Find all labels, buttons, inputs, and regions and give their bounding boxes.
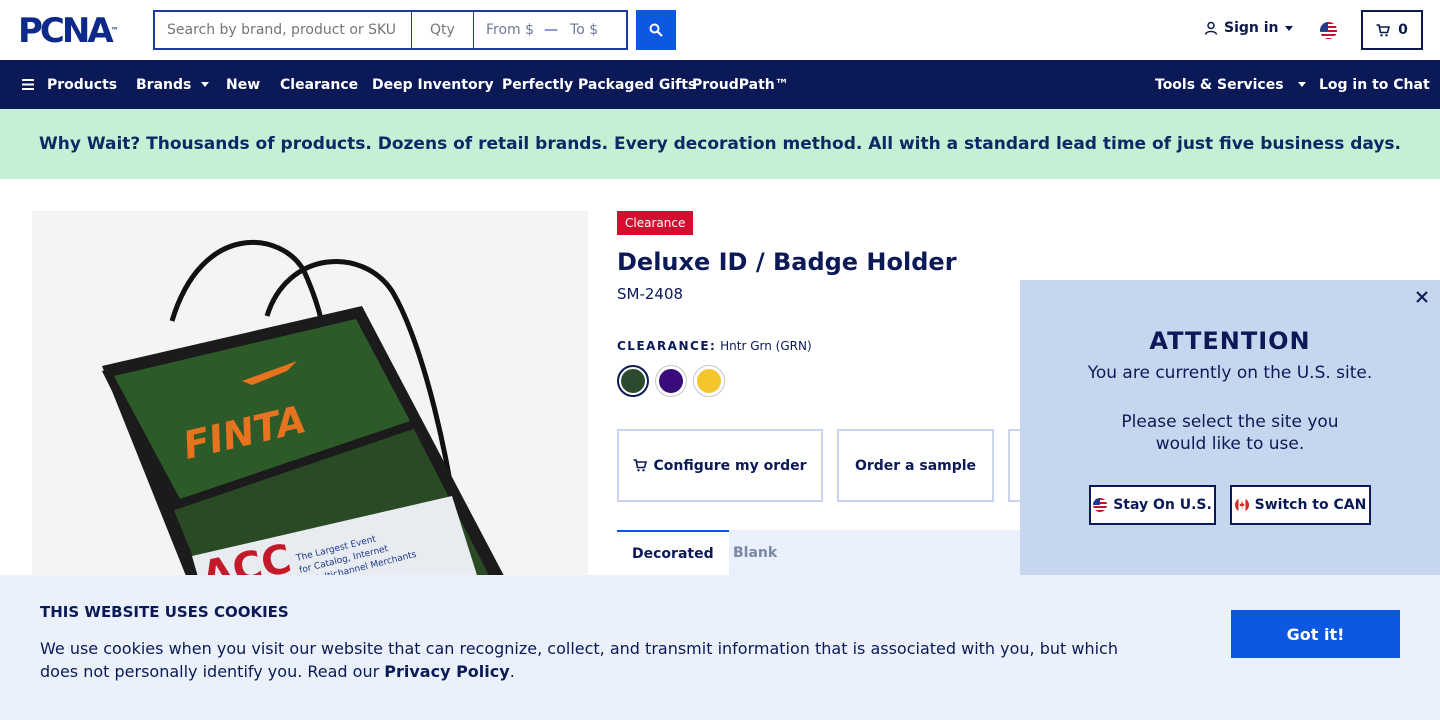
tab-blank-label: Blank — [733, 544, 778, 561]
swatch-dot — [697, 369, 721, 393]
cookie-text: We use cookies when you visit our websit… — [40, 637, 1140, 683]
stay-us-button[interactable]: Stay On U.S. — [1089, 485, 1216, 525]
clearance-badge-label: Clearance — [625, 216, 686, 230]
nav-chat[interactable]: Log in to Chat — [1319, 60, 1430, 109]
switch-can-button[interactable]: Switch to CAN — [1230, 485, 1371, 525]
swatch-dot — [659, 369, 683, 393]
us-flag-icon — [1093, 498, 1108, 512]
nav-gifts-label: Perfectly Packaged Gifts — [502, 76, 697, 93]
canada-flag-icon — [1234, 498, 1249, 512]
chevron-down-icon — [1284, 25, 1293, 31]
price-dash: — — [544, 22, 559, 38]
color-label-value: Hntr Grn (GRN) — [720, 339, 812, 353]
promo-banner: Why Wait? Thousands of products. Dozens … — [0, 109, 1440, 179]
price-to-input[interactable]: To $ — [570, 22, 598, 38]
product-sku: SM-2408 — [617, 285, 684, 303]
nav-deep-inventory-label: Deep Inventory — [372, 76, 494, 93]
color-label: CLEARANCE: Hntr Grn (GRN) — [617, 339, 812, 353]
cart-icon — [1376, 23, 1391, 36]
color-label-key: CLEARANCE: — [617, 339, 717, 353]
qty-input[interactable] — [411, 10, 474, 50]
site-selector-popup: ATTENTION You are currently on the U.S. … — [1020, 280, 1440, 575]
color-swatch-green[interactable] — [617, 365, 649, 397]
tab-decorated-label: Decorated — [632, 545, 714, 562]
swatch-dot — [621, 369, 645, 393]
order-sample-button[interactable]: Order a sample — [837, 429, 994, 502]
stay-us-label: Stay On U.S. — [1113, 497, 1212, 513]
nav-gifts[interactable]: Perfectly Packaged Gifts — [502, 60, 696, 109]
search-input[interactable] — [153, 10, 412, 50]
product-image[interactable]: ACC The Largest Event for Catalog, Inter… — [32, 211, 588, 591]
cookie-heading: THIS WEBSITE USES COOKIES — [40, 603, 289, 621]
cookie-period: . — [509, 662, 515, 681]
site-header: PCNA™ From $ — To $ Sign in 0 — [0, 0, 1440, 60]
nav-new[interactable]: New — [226, 60, 260, 109]
cookie-body: We use cookies when you visit our websit… — [40, 639, 1118, 681]
cart-count: 0 — [1398, 22, 1408, 38]
nav-proudpath-label: ProudPath™ — [692, 76, 789, 93]
clearance-badge: Clearance — [617, 211, 694, 235]
nav-brands-label: Brands — [136, 76, 192, 93]
main-nav: Products Brands New Clearance Deep Inven… — [0, 60, 1440, 109]
nav-deep-inventory[interactable]: Deep Inventory — [372, 60, 494, 109]
popup-heading: ATTENTION — [1149, 327, 1311, 355]
product-title: Deluxe ID / Badge Holder — [617, 248, 957, 276]
search-icon — [649, 23, 663, 37]
popup-line1: You are currently on the U.S. site. — [1087, 363, 1373, 383]
promo-banner-text: Why Wait? Thousands of products. Dozens … — [38, 134, 1402, 154]
sign-in-label: Sign in — [1224, 20, 1279, 36]
cookie-banner: THIS WEBSITE USES COOKIES We use cookies… — [0, 575, 1440, 720]
nav-tools[interactable]: Tools & Services — [1155, 60, 1306, 109]
configure-order-button[interactable]: Configure my order — [617, 429, 823, 502]
order-sample-label: Order a sample — [854, 457, 977, 474]
tab-decorated[interactable]: Decorated — [617, 530, 729, 575]
nav-proudpath[interactable]: ProudPath™ — [692, 60, 789, 109]
nav-products[interactable]: Products — [22, 60, 117, 109]
pcna-logo[interactable]: PCNA™ — [18, 14, 119, 48]
price-range: From $ — To $ — [473, 10, 628, 50]
accept-cookies-button[interactable]: Got it! — [1231, 610, 1400, 658]
close-icon[interactable] — [1414, 289, 1430, 305]
sign-in-button[interactable]: Sign in — [1204, 20, 1293, 36]
nav-brands[interactable]: Brands — [136, 60, 210, 109]
tab-blank[interactable]: Blank — [733, 530, 777, 575]
switch-can-label: Switch to CAN — [1254, 497, 1367, 513]
color-swatch-yellow[interactable] — [693, 365, 725, 397]
nav-clearance[interactable]: Clearance — [280, 60, 358, 109]
cart-button[interactable]: 0 — [1361, 10, 1423, 50]
nav-new-label: New — [226, 76, 261, 93]
nav-clearance-label: Clearance — [280, 76, 359, 93]
menu-icon — [22, 79, 34, 90]
badge-holder-image: ACC The Largest Event for Catalog, Inter… — [102, 239, 512, 591]
privacy-policy-link[interactable]: Privacy Policy — [384, 662, 509, 681]
accept-cookies-label: Got it! — [1286, 624, 1345, 644]
color-swatch-purple[interactable] — [655, 365, 687, 397]
user-icon — [1204, 21, 1218, 35]
nav-chat-label: Log in to Chat — [1319, 76, 1430, 93]
nav-tools-label: Tools & Services — [1155, 76, 1284, 93]
search-button[interactable] — [636, 10, 676, 50]
nav-products-label: Products — [47, 76, 118, 93]
price-from-input[interactable]: From $ — [486, 22, 534, 38]
chevron-down-icon — [1297, 82, 1306, 87]
us-flag-icon[interactable] — [1320, 22, 1337, 39]
chevron-down-icon — [201, 82, 210, 87]
popup-line2: Please select the site you would like to… — [1121, 412, 1339, 454]
configure-order-label: Configure my order — [653, 457, 807, 474]
cart-icon — [633, 459, 648, 472]
